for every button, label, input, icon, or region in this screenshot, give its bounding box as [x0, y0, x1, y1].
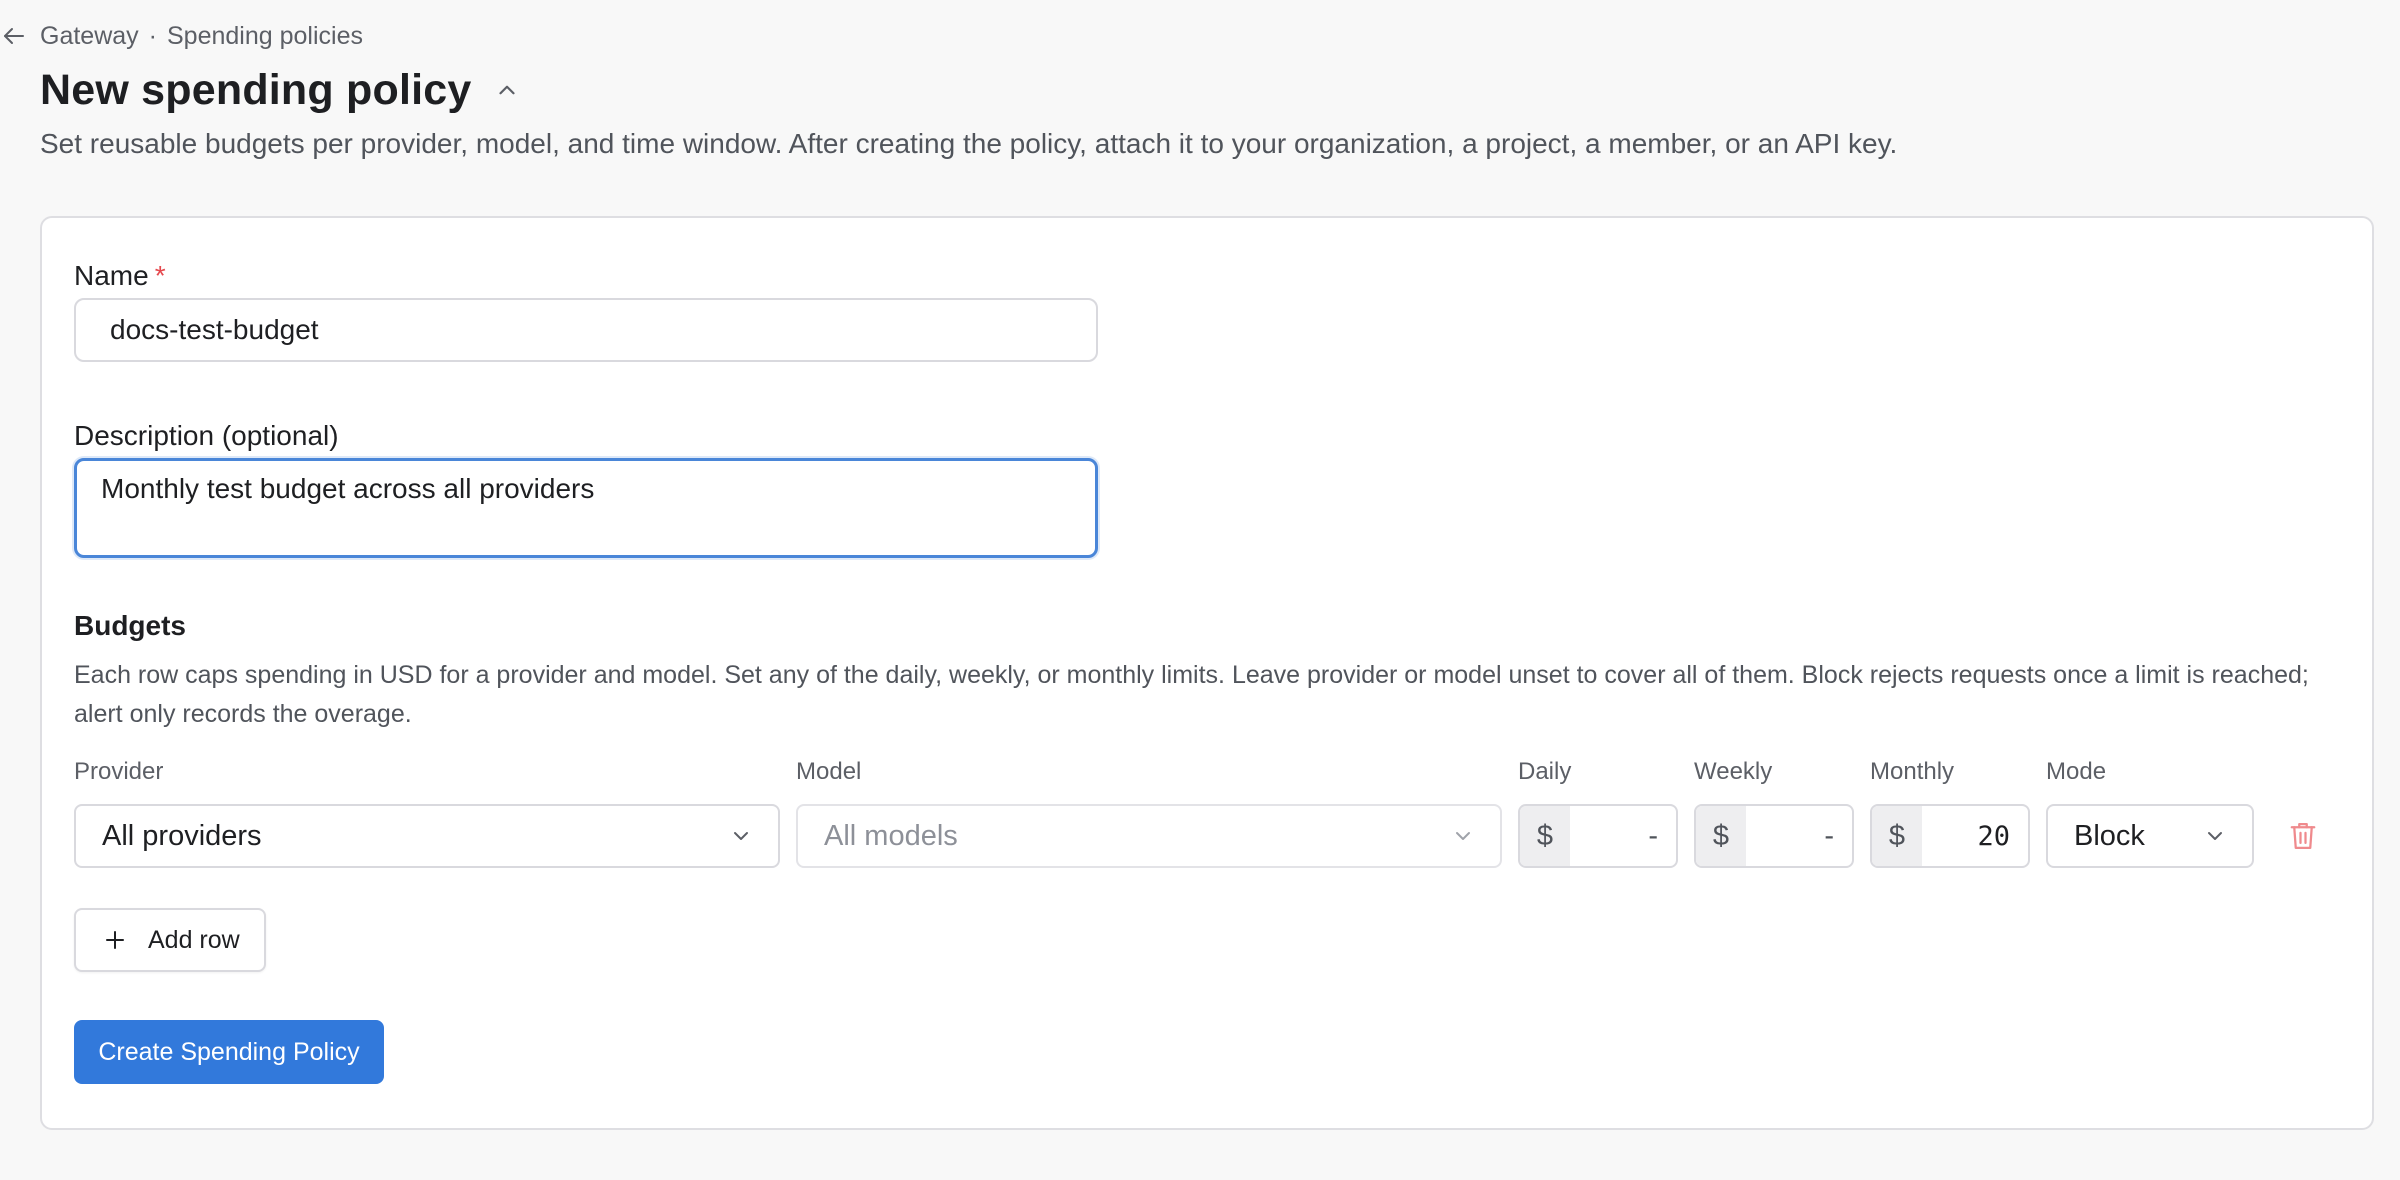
- column-header-monthly: Monthly: [1870, 758, 1955, 785]
- column-header-mode: Mode: [2046, 758, 2107, 785]
- provider-select-value: All providers: [102, 819, 262, 852]
- daily-limit-input[interactable]: $ -: [1518, 804, 1678, 868]
- currency-prefix: $: [1872, 806, 1922, 866]
- name-label-text: Name: [74, 260, 149, 291]
- breadcrumb: Gateway · Spending policies: [0, 18, 363, 54]
- column-header-daily: Daily: [1518, 758, 1572, 785]
- mode-select-value: Block: [2074, 819, 2145, 852]
- breadcrumb-current[interactable]: Spending policies: [167, 22, 363, 51]
- column-header-weekly: Weekly: [1694, 758, 1773, 785]
- currency-prefix: $: [1520, 806, 1570, 866]
- model-select-placeholder: All models: [824, 819, 958, 852]
- description-field[interactable]: Monthly test budget across all providers: [74, 458, 1098, 558]
- provider-select[interactable]: All providers: [74, 804, 780, 868]
- daily-limit-value: -: [1648, 819, 1658, 852]
- page-subtitle: Set reusable budgets per provider, model…: [40, 128, 1898, 159]
- description-field-value: Monthly test budget across all providers: [101, 473, 595, 504]
- chevron-down-icon: [2202, 823, 2228, 849]
- budgets-description: Each row caps spending in USD for a prov…: [74, 661, 2309, 728]
- arrow-left-icon[interactable]: [0, 22, 28, 50]
- name-label: Name *: [74, 260, 166, 292]
- monthly-limit-value: 20: [1977, 820, 2010, 852]
- policy-form-card: Name * docs-test-budget Description (opti…: [40, 216, 2374, 1130]
- breadcrumb-separator: ·: [148, 21, 157, 50]
- monthly-limit-input[interactable]: $ 20: [1870, 804, 2030, 868]
- budgets-title: Budgets: [74, 610, 186, 641]
- trash-icon[interactable]: [2286, 817, 2320, 855]
- chevron-up-icon[interactable]: [491, 74, 523, 106]
- name-field[interactable]: docs-test-budget: [74, 298, 1098, 362]
- create-spending-policy-button[interactable]: Create Spending Policy: [74, 1020, 384, 1084]
- create-spending-policy-label: Create Spending Policy: [98, 1037, 360, 1066]
- add-row-button[interactable]: Add row: [74, 908, 266, 972]
- description-label: Description (optional): [74, 420, 339, 451]
- breadcrumb-parent-link[interactable]: Gateway: [40, 22, 139, 51]
- page-title: New spending policy: [40, 65, 472, 114]
- chevron-down-icon: [1450, 823, 1476, 849]
- column-header-provider: Provider: [74, 758, 164, 785]
- plus-icon: [102, 927, 128, 953]
- column-header-model: Model: [796, 758, 862, 785]
- currency-prefix: $: [1696, 806, 1746, 866]
- required-mark: *: [154, 260, 166, 291]
- weekly-limit-value: -: [1824, 819, 1834, 852]
- page-header: New spending policy: [40, 60, 523, 120]
- chevron-down-icon: [728, 823, 754, 849]
- name-field-value: docs-test-budget: [110, 314, 319, 345]
- add-row-label: Add row: [148, 925, 240, 954]
- weekly-limit-input[interactable]: $ -: [1694, 804, 1854, 868]
- model-select[interactable]: All models: [796, 804, 1502, 868]
- mode-select[interactable]: Block: [2046, 804, 2254, 868]
